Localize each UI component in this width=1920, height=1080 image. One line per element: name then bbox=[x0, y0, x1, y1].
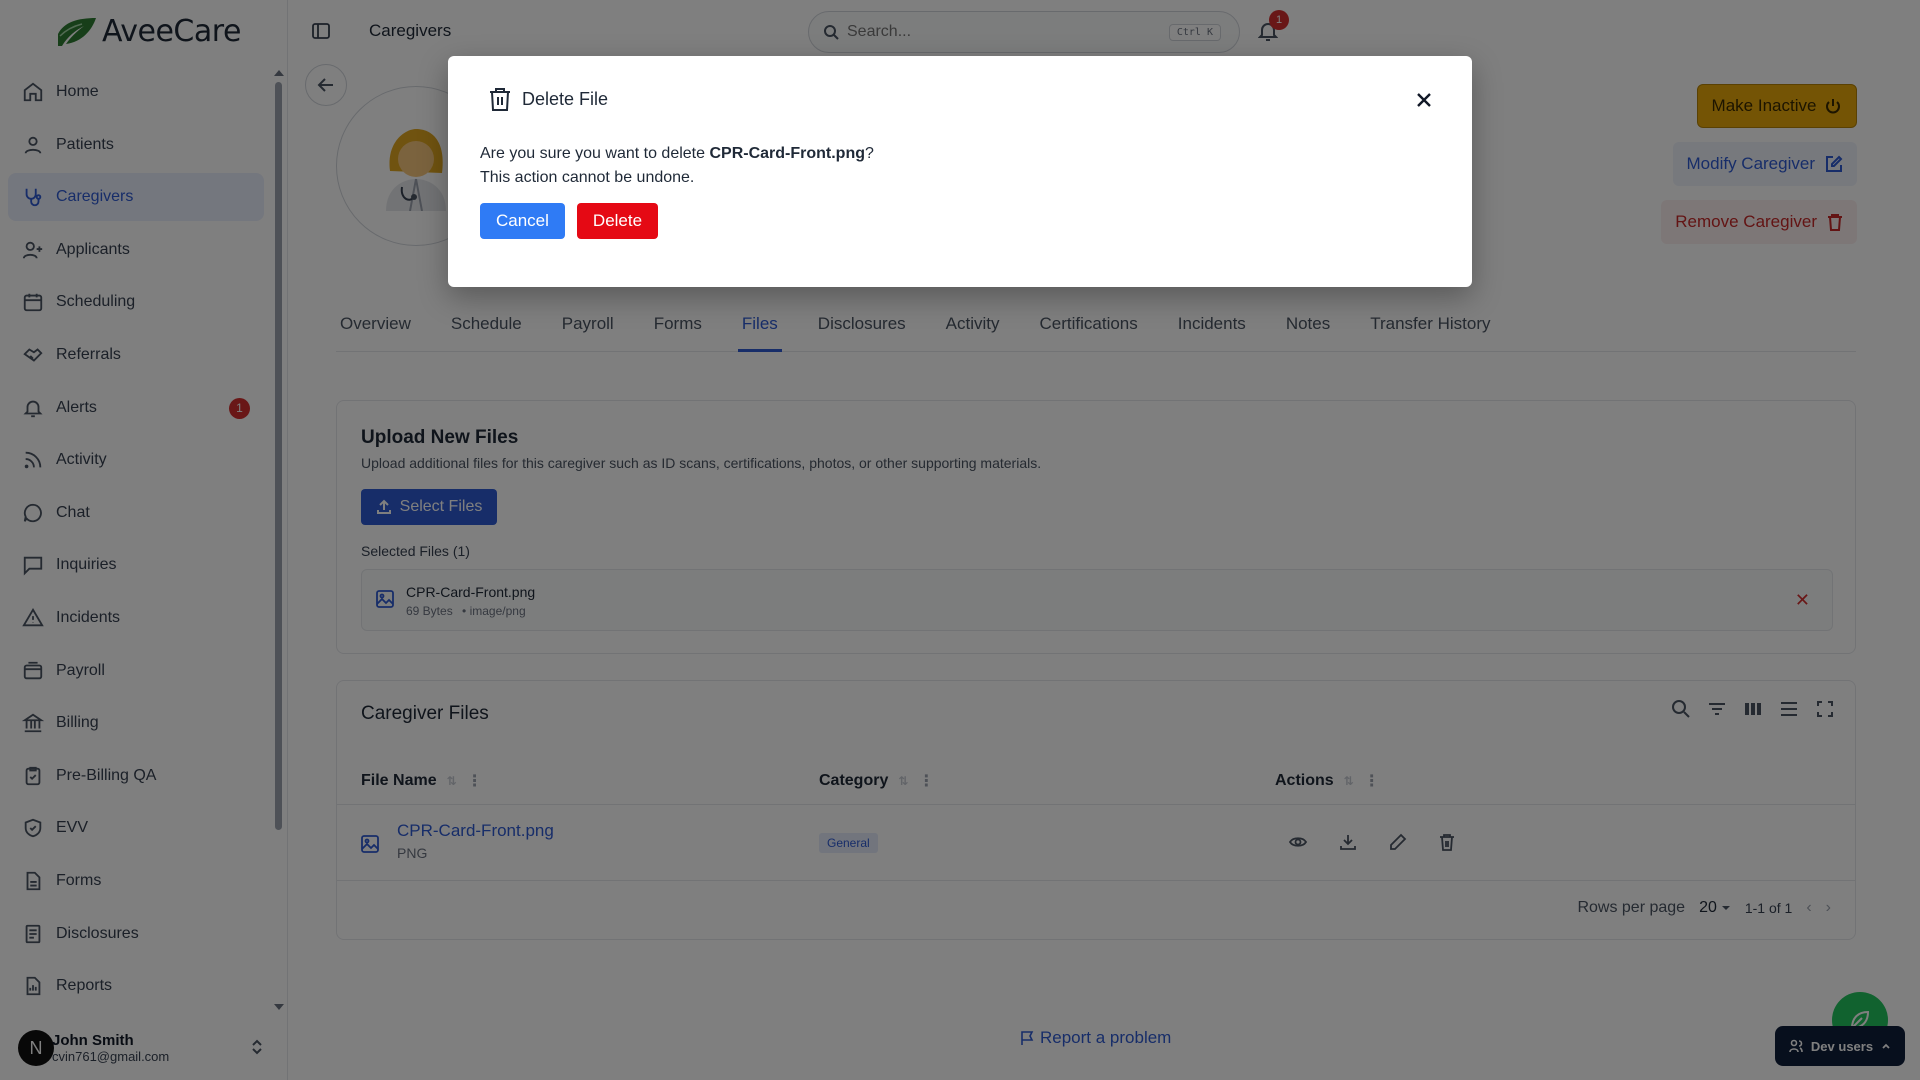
cancel-button[interactable]: Cancel bbox=[480, 203, 565, 239]
dialog-warning: This action cannot be undone. bbox=[480, 169, 695, 186]
dialog-actions: Cancel Delete bbox=[480, 203, 659, 239]
close-icon[interactable] bbox=[1416, 92, 1432, 108]
dialog-message: Are you sure you want to delete CPR-Card… bbox=[480, 142, 874, 190]
dialog-header: Delete File bbox=[488, 86, 608, 112]
trash-icon bbox=[490, 88, 510, 111]
delete-file-dialog: Delete File Are you sure you want to del… bbox=[448, 56, 1472, 287]
dialog-question-suffix: ? bbox=[865, 145, 874, 162]
dialog-file-name: CPR-Card-Front.png bbox=[709, 145, 865, 162]
dialog-question-prefix: Are you sure you want to delete bbox=[480, 145, 710, 162]
delete-button[interactable]: Delete bbox=[576, 203, 659, 239]
dialog-title: Delete File bbox=[522, 88, 609, 109]
dialog-question: Are you sure you want to delete CPR-Card… bbox=[480, 142, 874, 166]
